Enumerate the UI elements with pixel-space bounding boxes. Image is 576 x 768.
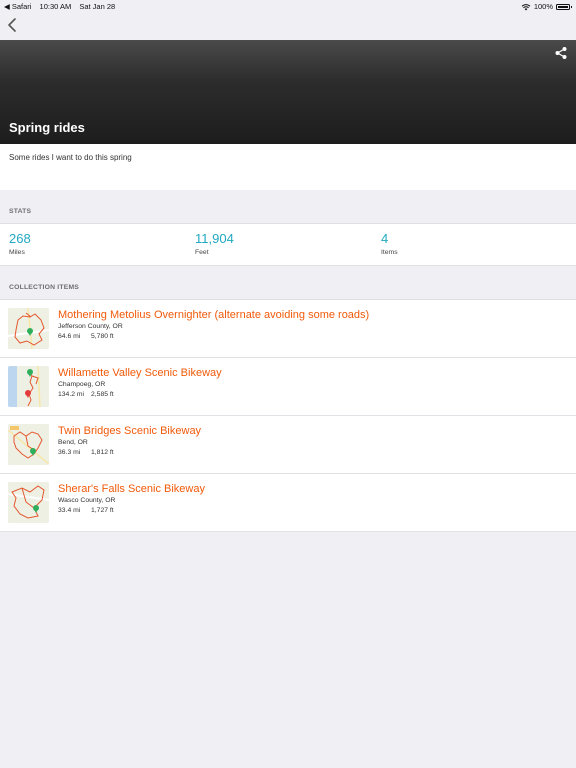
item-elevation: 5,780 ft (91, 333, 114, 340)
status-date: Sat Jan 28 (79, 2, 116, 11)
item-distance: 64.6 mi (58, 333, 81, 340)
battery-icon (556, 3, 572, 10)
route-map-thumbnail (8, 424, 49, 465)
list-item[interactable]: Sherar's Falls Scenic Bikeway Wasco Coun… (0, 474, 576, 532)
list-item[interactable]: Twin Bridges Scenic Bikeway Bend, OR 36.… (0, 416, 576, 474)
route-map-thumbnail (8, 366, 49, 407)
back-chevron-icon[interactable] (4, 16, 22, 34)
route-map-thumbnail (8, 482, 49, 523)
stats-panel: 268 Miles 11,904 Feet 4 Items (0, 223, 576, 266)
collection-title: Spring rides (9, 120, 85, 135)
item-elevation: 1,812 ft (91, 449, 114, 456)
list-item[interactable]: Mothering Metolius Overnighter (alternat… (0, 300, 576, 358)
wifi-icon (521, 3, 531, 10)
item-title[interactable]: Willamette Valley Scenic Bikeway (58, 367, 222, 379)
stat-items-label: Items (381, 249, 398, 256)
status-left: ◀ Safari 10:30 AM Sat Jan 28 (4, 2, 121, 11)
battery-percent: 100% (533, 2, 553, 11)
back-to-app-label[interactable]: ◀ Safari (4, 2, 31, 11)
stat-feet-value: 11,904 (195, 231, 234, 246)
stat-miles-label: Miles (9, 249, 25, 256)
item-location: Wasco County, OR (58, 497, 116, 504)
stat-items-value: 4 (381, 231, 389, 246)
route-map-thumbnail (8, 308, 49, 349)
description-section: Some rides I want to do this spring (0, 144, 576, 190)
item-distance: 36.3 mi (58, 449, 81, 456)
collection-description: Some rides I want to do this spring (9, 153, 132, 162)
share-icon[interactable] (554, 46, 568, 60)
item-elevation: 1,727 ft (91, 507, 114, 514)
collection-header: Spring rides (0, 40, 576, 144)
status-time: 10:30 AM (39, 2, 72, 11)
item-title[interactable]: Twin Bridges Scenic Bikeway (58, 425, 201, 437)
stat-feet: 11,904 Feet (195, 231, 234, 257)
stat-feet-label: Feet (195, 249, 209, 256)
item-distance: 134.2 mi (58, 391, 85, 398)
item-location: Jefferson County, OR (58, 323, 123, 330)
item-location: Bend, OR (58, 439, 88, 446)
stats-section-header: STATS (9, 208, 32, 215)
status-right: 100% (521, 2, 572, 11)
item-distance: 33.4 mi (58, 507, 81, 514)
navigation-bar (0, 12, 576, 40)
item-title[interactable]: Sherar's Falls Scenic Bikeway (58, 483, 205, 495)
stat-items: 4 Items (381, 231, 398, 257)
stat-miles-value: 268 (9, 231, 31, 246)
stat-miles: 268 Miles (9, 231, 31, 257)
item-title[interactable]: Mothering Metolius Overnighter (alternat… (58, 309, 369, 321)
collection-items-list: Mothering Metolius Overnighter (alternat… (0, 299, 576, 532)
collection-items-section-header: COLLECTION ITEMS (9, 284, 80, 291)
status-bar: ◀ Safari 10:30 AM Sat Jan 28 100% (0, 0, 576, 12)
item-location: Champoeg, OR (58, 381, 106, 388)
list-item[interactable]: Willamette Valley Scenic Bikeway Champoe… (0, 358, 576, 416)
item-elevation: 2,585 ft (91, 391, 114, 398)
